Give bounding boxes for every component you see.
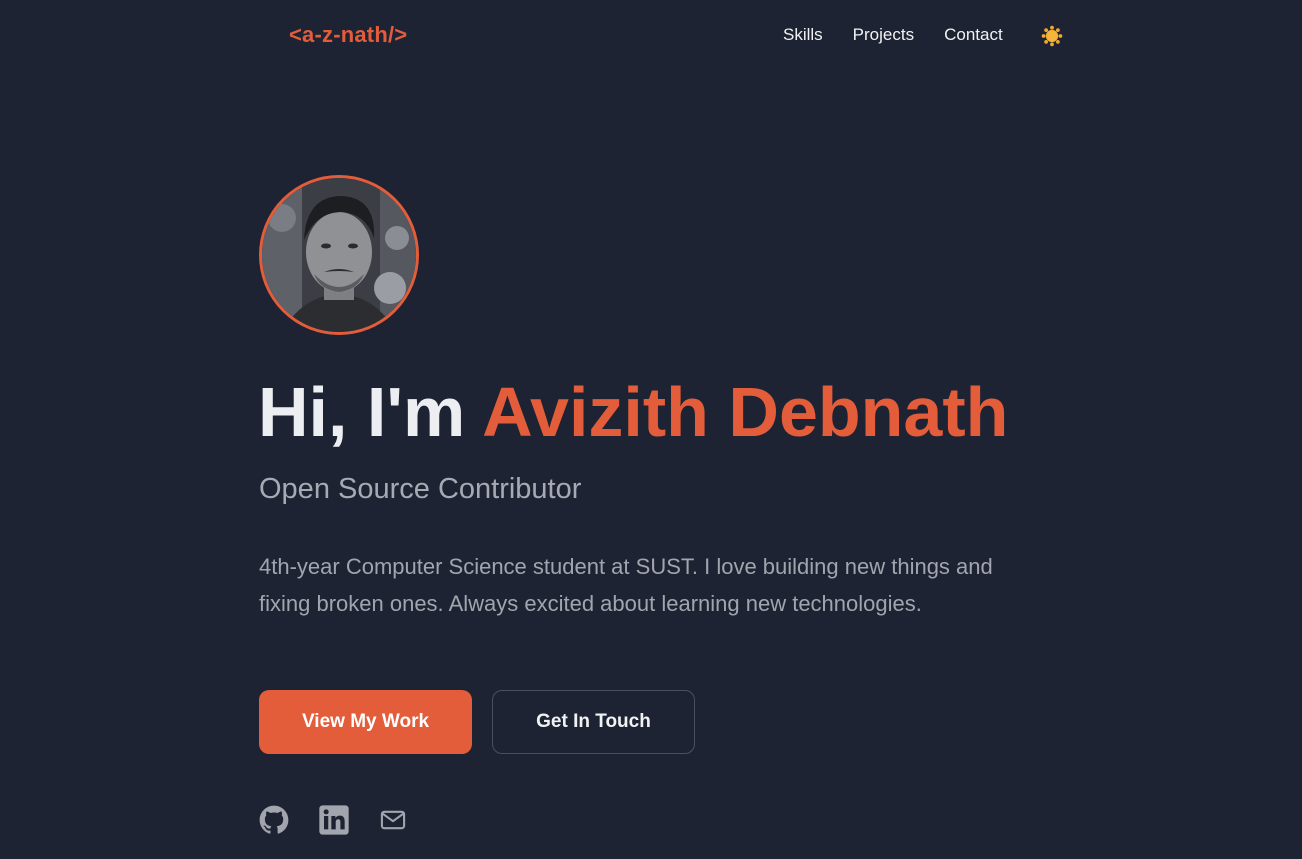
nav-link-skills[interactable]: Skills	[783, 25, 823, 45]
hero-name: Avizith Debnath	[482, 373, 1009, 451]
mail-icon[interactable]	[379, 806, 407, 839]
hero-title: Hi, I'm Avizith Debnath	[258, 370, 1008, 454]
get-in-touch-button[interactable]: Get In Touch	[492, 690, 695, 754]
view-my-work-button[interactable]: View My Work	[259, 690, 472, 754]
sun-icon[interactable]	[1041, 25, 1063, 47]
hero-description: 4th-year Computer Science student at SUS…	[259, 554, 993, 616]
main-nav: Skills Projects Contact	[783, 25, 1033, 45]
hero-greeting: Hi, I'm	[258, 373, 483, 451]
linkedin-icon[interactable]	[318, 804, 350, 841]
hero-subtitle: Open Source Contributor	[259, 473, 582, 505]
avatar	[259, 175, 419, 335]
github-icon[interactable]	[259, 805, 289, 840]
portfolio-page: <a-z-nath/> Skills Projects Contact Hi, …	[0, 0, 1302, 859]
nav-link-projects[interactable]: Projects	[853, 25, 914, 45]
site-logo[interactable]: <a-z-nath/>	[289, 22, 407, 48]
social-links	[259, 804, 436, 841]
nav-link-contact[interactable]: Contact	[944, 25, 1003, 45]
